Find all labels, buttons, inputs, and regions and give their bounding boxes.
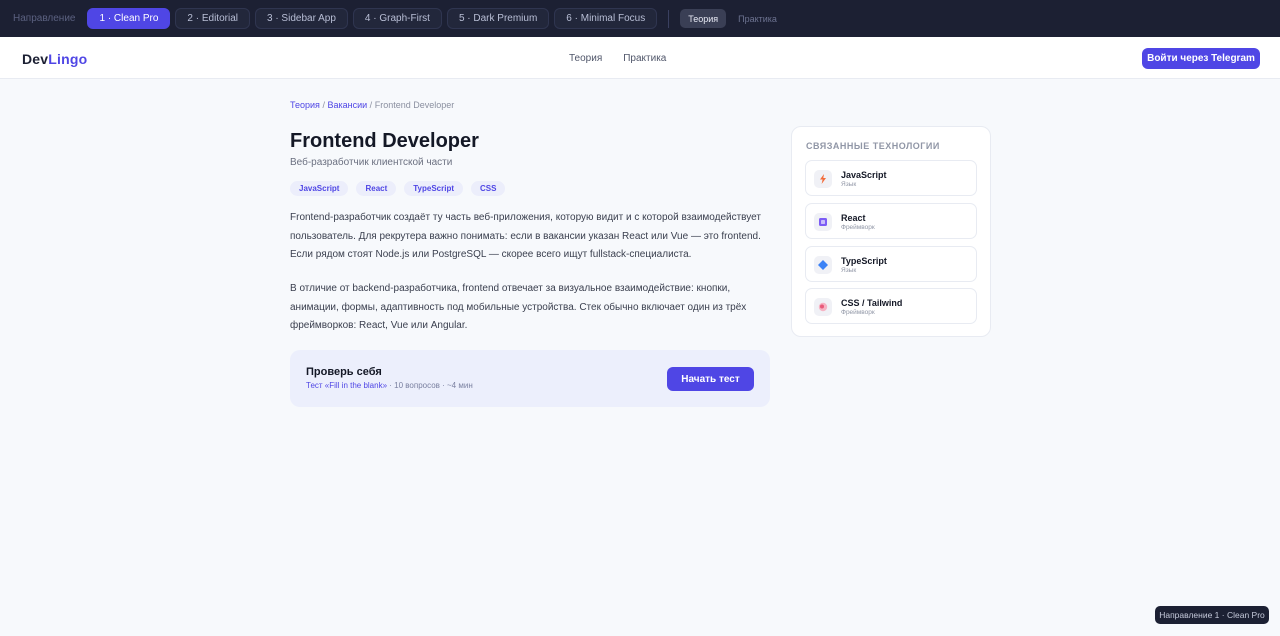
tag-typescript[interactable]: TypeScript [404, 181, 464, 196]
divider [668, 9, 670, 28]
related-item-name: JavaScript [841, 170, 887, 180]
logo-part-lingo: Lingo [48, 51, 88, 67]
logo-part-dev: Dev [22, 51, 49, 67]
mode-toggle-practice[interactable]: Практика [730, 9, 785, 28]
tag-react[interactable]: React [356, 181, 397, 196]
mode-toggle-theory[interactable]: Теория [680, 9, 727, 28]
quiz-card: Проверь себя Тест «Fill in the blank» · … [290, 350, 770, 407]
breadcrumb: Теория / Вакансии / Frontend Developer [290, 100, 454, 110]
related-heading: СВЯЗАННЫЕ ТЕХНОЛОГИИ [806, 141, 940, 151]
direction-pill-graph-first[interactable]: 4 · Graph-First [352, 8, 442, 29]
related-item-kind: Язык [841, 267, 857, 274]
breadcrumb-separator: / [322, 100, 325, 110]
related-item-kind: Язык [841, 181, 857, 188]
breadcrumb-link-theory[interactable]: Теория [290, 100, 320, 110]
nav-link-theory[interactable]: Теория [569, 53, 602, 64]
direction-pill-clean-pro[interactable]: 1 · Clean Pro [87, 8, 171, 29]
site-header: DevLingo Теория Практика Войти через Tel… [0, 37, 1280, 79]
description-paragraph-1: Frontend-разработчик создаёт ту часть ве… [290, 212, 761, 260]
nav-link-practice[interactable]: Практика [623, 53, 666, 64]
tag-javascript[interactable]: JavaScript [290, 181, 349, 196]
breadcrumb-current: Frontend Developer [374, 100, 455, 110]
page-subtitle: Веб-разработчик клиентской части [290, 157, 453, 168]
tag-css[interactable]: CSS [471, 181, 506, 196]
related-item-kind: Фреймворк [841, 224, 875, 231]
start-test-button[interactable]: Начать тест [667, 367, 754, 391]
description-paragraph-2: В отличие от backend-разработчика, front… [290, 283, 747, 331]
related-item-name: React [841, 213, 866, 223]
direction-bar: Направление 1 · Clean Pro 2 · Editorial … [0, 0, 1280, 37]
lightning-icon [814, 170, 832, 188]
page-title: Frontend Developer [290, 130, 479, 152]
related-item-css-tailwind[interactable]: CSS / Tailwind Фреймворк [805, 288, 977, 324]
quiz-title: Проверь себя [306, 366, 382, 378]
direction-pill-sidebar-app[interactable]: 3 · Sidebar App [254, 8, 348, 29]
main-nav: Теория Практика [569, 53, 666, 64]
direction-pill-minimal-focus[interactable]: 6 · Minimal Focus [554, 8, 658, 29]
direction-label: Направление [13, 13, 76, 24]
related-technologies-card: СВЯЗАННЫЕ ТЕХНОЛОГИИ JavaScript Язык Rea… [791, 126, 991, 337]
quiz-type-link: Тест «Fill in the blank» [306, 381, 388, 390]
quiz-stats: · 10 вопросов · ~4 мин [387, 381, 473, 390]
related-item-typescript[interactable]: TypeScript Язык [805, 246, 977, 282]
direction-status-badge: Направление 1 · Clean Pro [1155, 606, 1269, 624]
direction-pill-editorial[interactable]: 2 · Editorial [175, 8, 250, 29]
related-item-name: TypeScript [841, 256, 887, 266]
logo[interactable]: DevLingo [22, 51, 87, 67]
diamond-icon [814, 256, 832, 274]
cube-icon [814, 213, 832, 231]
direction-pill-dark-premium[interactable]: 5 · Dark Premium [446, 8, 550, 29]
palette-icon [814, 298, 832, 316]
telegram-login-button[interactable]: Войти через Telegram [1142, 48, 1260, 69]
related-item-react[interactable]: React Фреймворк [805, 203, 977, 239]
tech-tags: JavaScript React TypeScript CSS [290, 181, 506, 196]
related-item-kind: Фреймворк [841, 309, 875, 316]
breadcrumb-separator: / [369, 100, 373, 110]
breadcrumb-link-vacancies[interactable]: Вакансии [327, 100, 367, 110]
related-item-javascript[interactable]: JavaScript Язык [805, 160, 977, 196]
related-item-name: CSS / Tailwind [841, 298, 903, 308]
quiz-meta: Тест «Fill in the blank» · 10 вопросов ·… [306, 381, 473, 390]
